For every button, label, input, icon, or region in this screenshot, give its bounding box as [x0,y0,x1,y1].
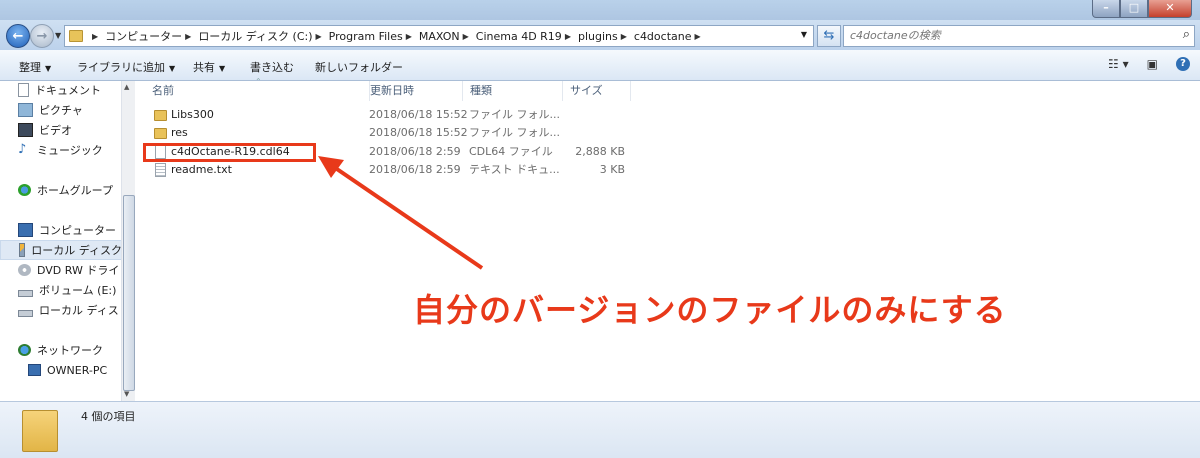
annotation-arrow [318,156,484,270]
item-count: 4 個の項目 [81,410,136,423]
annotation-text: 自分のバージョンのファイルのみにする [413,291,1007,329]
details-pane: 4 個の項目 [0,401,1200,458]
folder-icon [22,410,58,452]
